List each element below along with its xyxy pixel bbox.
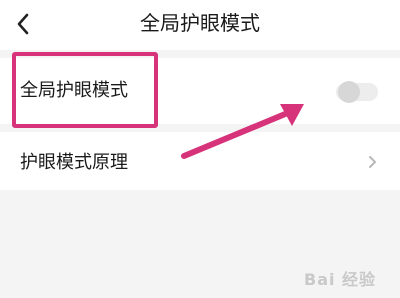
page-title: 全局护眼模式 [140, 11, 260, 35]
chevron-right-icon[interactable] [364, 152, 380, 172]
principle-label[interactable]: 护眼模式原理 [20, 151, 128, 175]
highlight-box [12, 52, 158, 128]
toggle-knob[interactable] [338, 81, 360, 103]
baidu-watermark: Bai 经验 [304, 262, 396, 294]
watermark-text: Bai 经验 [304, 270, 377, 289]
